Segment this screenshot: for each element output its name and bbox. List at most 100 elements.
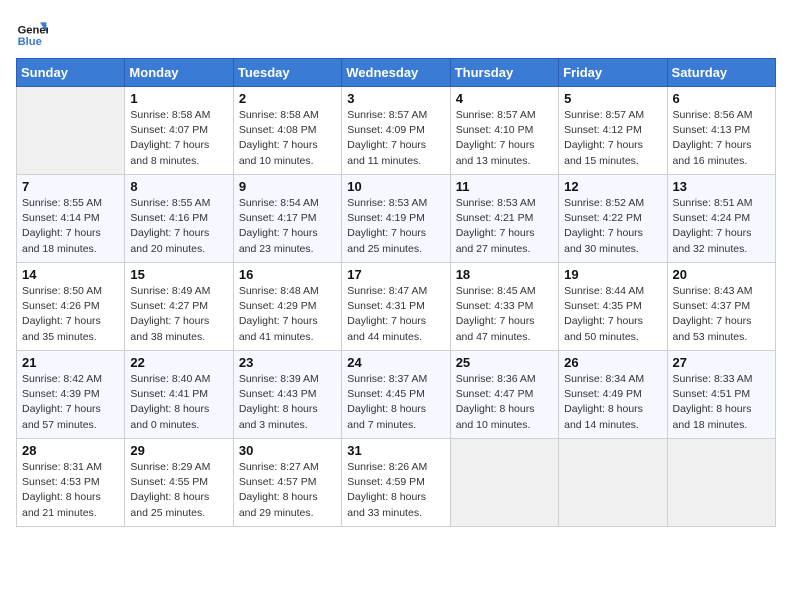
- weekday-header-row: SundayMondayTuesdayWednesdayThursdayFrid…: [17, 59, 776, 87]
- calendar-cell: 15 Sunrise: 8:49 AM Sunset: 4:27 PM Dayli…: [125, 263, 233, 351]
- calendar-cell: 7 Sunrise: 8:55 AM Sunset: 4:14 PM Daylig…: [17, 175, 125, 263]
- day-number: 18: [456, 267, 553, 282]
- day-number: 10: [347, 179, 444, 194]
- calendar-cell: 25 Sunrise: 8:36 AM Sunset: 4:47 PM Dayli…: [450, 351, 558, 439]
- day-info: Sunrise: 8:45 AM Sunset: 4:33 PM Dayligh…: [456, 284, 553, 345]
- day-info: Sunrise: 8:58 AM Sunset: 4:07 PM Dayligh…: [130, 108, 227, 169]
- day-number: 14: [22, 267, 119, 282]
- calendar-cell: 12 Sunrise: 8:52 AM Sunset: 4:22 PM Dayli…: [559, 175, 667, 263]
- day-info: Sunrise: 8:48 AM Sunset: 4:29 PM Dayligh…: [239, 284, 336, 345]
- calendar-cell: 5 Sunrise: 8:57 AM Sunset: 4:12 PM Daylig…: [559, 87, 667, 175]
- day-info: Sunrise: 8:53 AM Sunset: 4:21 PM Dayligh…: [456, 196, 553, 257]
- day-info: Sunrise: 8:39 AM Sunset: 4:43 PM Dayligh…: [239, 372, 336, 433]
- calendar-cell: 22Sunrise: 8:40 AM Sunset: 4:41 PM Dayli…: [125, 351, 233, 439]
- day-number: 29: [130, 443, 227, 458]
- svg-text:Blue: Blue: [18, 36, 42, 48]
- day-number: 24: [347, 355, 444, 370]
- calendar-cell: 21Sunrise: 8:42 AM Sunset: 4:39 PM Dayli…: [17, 351, 125, 439]
- calendar-cell: 14 Sunrise: 8:50 AM Sunset: 4:26 PM Dayli…: [17, 263, 125, 351]
- day-info: Sunrise: 8:57 AM Sunset: 4:12 PM Dayligh…: [564, 108, 661, 169]
- calendar-cell: 17Sunrise: 8:47 AM Sunset: 4:31 PM Dayli…: [342, 263, 450, 351]
- day-info: Sunrise: 8:27 AM Sunset: 4:57 PM Dayligh…: [239, 460, 336, 521]
- calendar-cell: 13 Sunrise: 8:51 AM Sunset: 4:24 PM Dayli…: [667, 175, 775, 263]
- calendar-cell: 10 Sunrise: 8:53 AM Sunset: 4:19 PM Dayli…: [342, 175, 450, 263]
- day-number: 13: [673, 179, 770, 194]
- day-info: Sunrise: 8:37 AM Sunset: 4:45 PM Dayligh…: [347, 372, 444, 433]
- calendar-week-row: 14 Sunrise: 8:50 AM Sunset: 4:26 PM Dayli…: [17, 263, 776, 351]
- calendar-cell: 23 Sunrise: 8:39 AM Sunset: 4:43 PM Dayli…: [233, 351, 341, 439]
- calendar-cell: 27Sunrise: 8:33 AM Sunset: 4:51 PM Dayli…: [667, 351, 775, 439]
- day-info: Sunrise: 8:34 AM Sunset: 4:49 PM Dayligh…: [564, 372, 661, 433]
- calendar-week-row: 7 Sunrise: 8:55 AM Sunset: 4:14 PM Daylig…: [17, 175, 776, 263]
- day-number: 5: [564, 91, 661, 106]
- day-info: Sunrise: 8:36 AM Sunset: 4:47 PM Dayligh…: [456, 372, 553, 433]
- calendar-cell: 20 Sunrise: 8:43 AM Sunset: 4:37 PM Dayli…: [667, 263, 775, 351]
- calendar-table: SundayMondayTuesdayWednesdayThursdayFrid…: [16, 58, 776, 527]
- day-number: 30: [239, 443, 336, 458]
- day-info: Sunrise: 8:53 AM Sunset: 4:19 PM Dayligh…: [347, 196, 444, 257]
- weekday-header: Monday: [125, 59, 233, 87]
- calendar-week-row: 21Sunrise: 8:42 AM Sunset: 4:39 PM Dayli…: [17, 351, 776, 439]
- day-number: 7: [22, 179, 119, 194]
- calendar-cell: 1Sunrise: 8:58 AM Sunset: 4:07 PM Daylig…: [125, 87, 233, 175]
- page-header: General Blue: [16, 16, 776, 48]
- day-info: Sunrise: 8:51 AM Sunset: 4:24 PM Dayligh…: [673, 196, 770, 257]
- calendar-cell: 26 Sunrise: 8:34 AM Sunset: 4:49 PM Dayli…: [559, 351, 667, 439]
- day-number: 19: [564, 267, 661, 282]
- calendar-cell: 11 Sunrise: 8:53 AM Sunset: 4:21 PM Dayli…: [450, 175, 558, 263]
- day-info: Sunrise: 8:54 AM Sunset: 4:17 PM Dayligh…: [239, 196, 336, 257]
- calendar-cell: 3 Sunrise: 8:57 AM Sunset: 4:09 PM Daylig…: [342, 87, 450, 175]
- day-number: 23: [239, 355, 336, 370]
- day-number: 21: [22, 355, 119, 370]
- day-number: 31: [347, 443, 444, 458]
- day-info: Sunrise: 8:57 AM Sunset: 4:09 PM Dayligh…: [347, 108, 444, 169]
- day-number: 12: [564, 179, 661, 194]
- logo: General Blue: [16, 16, 48, 48]
- weekday-header: Sunday: [17, 59, 125, 87]
- calendar-week-row: 28 Sunrise: 8:31 AM Sunset: 4:53 PM Dayli…: [17, 439, 776, 527]
- day-info: Sunrise: 8:31 AM Sunset: 4:53 PM Dayligh…: [22, 460, 119, 521]
- weekday-header: Wednesday: [342, 59, 450, 87]
- day-info: Sunrise: 8:26 AM Sunset: 4:59 PM Dayligh…: [347, 460, 444, 521]
- calendar-cell: 2 Sunrise: 8:58 AM Sunset: 4:08 PM Daylig…: [233, 87, 341, 175]
- day-info: Sunrise: 8:55 AM Sunset: 4:16 PM Dayligh…: [130, 196, 227, 257]
- day-number: 15: [130, 267, 227, 282]
- weekday-header: Thursday: [450, 59, 558, 87]
- day-info: Sunrise: 8:52 AM Sunset: 4:22 PM Dayligh…: [564, 196, 661, 257]
- day-number: 16: [239, 267, 336, 282]
- weekday-header: Tuesday: [233, 59, 341, 87]
- day-number: 6: [673, 91, 770, 106]
- calendar-cell: 4Sunrise: 8:57 AM Sunset: 4:10 PM Daylig…: [450, 87, 558, 175]
- calendar-cell: 19Sunrise: 8:44 AM Sunset: 4:35 PM Dayli…: [559, 263, 667, 351]
- calendar-week-row: 1Sunrise: 8:58 AM Sunset: 4:07 PM Daylig…: [17, 87, 776, 175]
- day-info: Sunrise: 8:58 AM Sunset: 4:08 PM Dayligh…: [239, 108, 336, 169]
- weekday-header: Saturday: [667, 59, 775, 87]
- day-info: Sunrise: 8:55 AM Sunset: 4:14 PM Dayligh…: [22, 196, 119, 257]
- calendar-cell: 6Sunrise: 8:56 AM Sunset: 4:13 PM Daylig…: [667, 87, 775, 175]
- calendar-cell: [667, 439, 775, 527]
- weekday-header: Friday: [559, 59, 667, 87]
- day-number: 4: [456, 91, 553, 106]
- calendar-cell: 8 Sunrise: 8:55 AM Sunset: 4:16 PM Daylig…: [125, 175, 233, 263]
- day-number: 11: [456, 179, 553, 194]
- day-number: 28: [22, 443, 119, 458]
- day-info: Sunrise: 8:50 AM Sunset: 4:26 PM Dayligh…: [22, 284, 119, 345]
- day-info: Sunrise: 8:43 AM Sunset: 4:37 PM Dayligh…: [673, 284, 770, 345]
- day-number: 26: [564, 355, 661, 370]
- calendar-cell: [559, 439, 667, 527]
- day-number: 20: [673, 267, 770, 282]
- day-number: 2: [239, 91, 336, 106]
- day-number: 3: [347, 91, 444, 106]
- calendar-cell: 29Sunrise: 8:29 AM Sunset: 4:55 PM Dayli…: [125, 439, 233, 527]
- day-info: Sunrise: 8:49 AM Sunset: 4:27 PM Dayligh…: [130, 284, 227, 345]
- day-number: 8: [130, 179, 227, 194]
- calendar-cell: 16 Sunrise: 8:48 AM Sunset: 4:29 PM Dayli…: [233, 263, 341, 351]
- day-number: 27: [673, 355, 770, 370]
- logo-icon: General Blue: [16, 16, 48, 48]
- day-info: Sunrise: 8:40 AM Sunset: 4:41 PM Dayligh…: [130, 372, 227, 433]
- day-number: 25: [456, 355, 553, 370]
- day-info: Sunrise: 8:47 AM Sunset: 4:31 PM Dayligh…: [347, 284, 444, 345]
- calendar-cell: 28 Sunrise: 8:31 AM Sunset: 4:53 PM Dayli…: [17, 439, 125, 527]
- day-number: 9: [239, 179, 336, 194]
- calendar-cell: 31 Sunrise: 8:26 AM Sunset: 4:59 PM Dayli…: [342, 439, 450, 527]
